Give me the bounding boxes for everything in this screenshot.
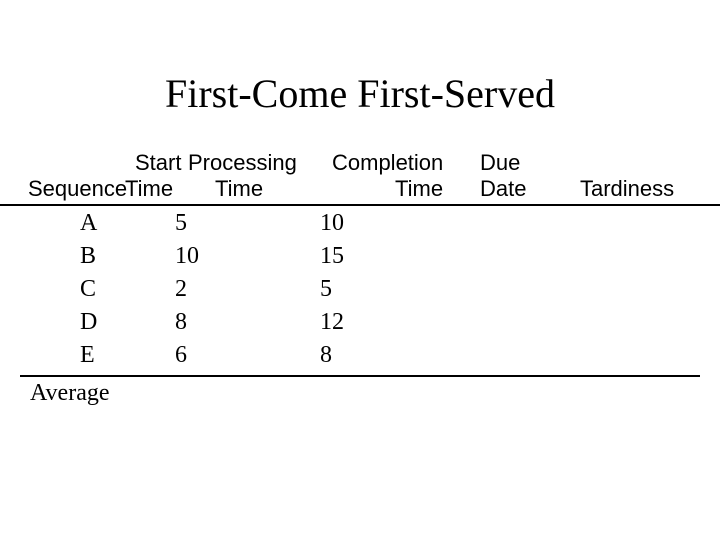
col-start-line2: Time (125, 176, 173, 202)
cell-sequence: B (80, 243, 96, 270)
slide: First-Come First-Served Sequence Start T… (0, 0, 720, 540)
col-start-line1: Start (135, 150, 181, 176)
col-completion-line1: Completion (332, 150, 443, 176)
col-tardiness: Tardiness (580, 176, 674, 202)
table-header: Sequence Start Time Processing Time Comp… (0, 150, 720, 206)
cell-due: 15 (320, 243, 344, 270)
cell-due: 8 (320, 342, 332, 369)
table-row: B 10 15 (0, 243, 720, 276)
cell-processing: 10 (175, 243, 199, 270)
cell-due: 10 (320, 210, 344, 237)
cell-processing: 8 (175, 309, 187, 336)
table-body: A 5 10 B 10 15 C 2 5 D 8 12 E 6 8 (0, 210, 720, 375)
col-processing-line2: Time (215, 176, 263, 202)
col-processing-line1: Processing (188, 150, 297, 176)
cell-sequence: D (80, 309, 97, 336)
cell-sequence: E (80, 342, 95, 369)
table-row: E 6 8 (0, 342, 720, 375)
cell-processing: 5 (175, 210, 187, 237)
col-completion-line2: Time (395, 176, 443, 202)
col-due-line2: Date (480, 176, 526, 202)
table-footer-rule (20, 375, 700, 377)
col-sequence: Sequence (28, 176, 127, 202)
table-row: D 8 12 (0, 309, 720, 342)
col-due-line1: Due (480, 150, 520, 176)
cell-sequence: A (80, 210, 97, 237)
cell-sequence: C (80, 276, 96, 303)
cell-due: 5 (320, 276, 332, 303)
table-row: A 5 10 (0, 210, 720, 243)
average-label: Average (30, 380, 110, 407)
table-row: C 2 5 (0, 276, 720, 309)
cell-processing: 2 (175, 276, 187, 303)
cell-due: 12 (320, 309, 344, 336)
cell-processing: 6 (175, 342, 187, 369)
page-title: First-Come First-Served (0, 70, 720, 117)
